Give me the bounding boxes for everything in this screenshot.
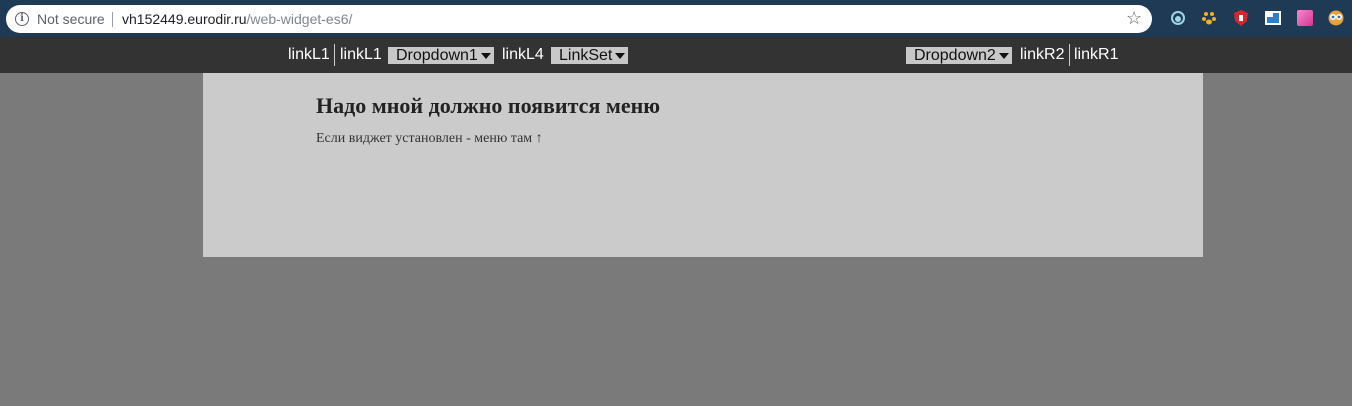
url-path: /web-widget-es6/ bbox=[246, 11, 353, 27]
dropdown1-label: Dropdown1 bbox=[396, 47, 478, 64]
bookmark-star-icon[interactable]: ☆ bbox=[1126, 8, 1142, 29]
nav-link-l1-second[interactable]: linkL1 bbox=[340, 46, 382, 64]
info-icon[interactable]: i bbox=[15, 12, 29, 26]
url-divider bbox=[112, 12, 113, 27]
nav-link-l4[interactable]: linkL4 bbox=[502, 46, 544, 64]
main-content: Надо мной должно появится меню Если видж… bbox=[203, 73, 1203, 257]
linkset-dropdown-button[interactable]: LinkSet bbox=[551, 47, 628, 64]
nav-divider bbox=[334, 44, 335, 66]
address-bar[interactable]: i Not secure vh152449.eurodir.ru/web-wid… bbox=[6, 5, 1152, 33]
site-navbar bbox=[0, 37, 1352, 73]
ext-paw-icon[interactable] bbox=[1201, 10, 1217, 26]
dropdown1-button[interactable]: Dropdown1 bbox=[388, 47, 494, 64]
nav-link-r2[interactable]: linkR2 bbox=[1020, 46, 1064, 64]
linkset-label: LinkSet bbox=[559, 47, 613, 64]
url-text[interactable]: vh152449.eurodir.ru/web-widget-es6/ bbox=[122, 11, 352, 27]
ext-window-icon[interactable] bbox=[1265, 10, 1281, 26]
nav-link-l1[interactable]: linkL1 bbox=[288, 46, 330, 64]
caret-down-icon bbox=[615, 53, 625, 59]
caret-down-icon bbox=[999, 53, 1009, 59]
nav-divider bbox=[1069, 44, 1070, 66]
nav-link-r1[interactable]: linkR1 bbox=[1074, 46, 1118, 64]
browser-toolbar: i Not secure vh152449.eurodir.ru/web-wid… bbox=[0, 0, 1352, 37]
ext-spiral-icon[interactable] bbox=[1170, 10, 1186, 26]
ext-owl-icon[interactable] bbox=[1328, 10, 1344, 26]
security-label[interactable]: Not secure bbox=[37, 11, 105, 27]
page-description: Если виджет установлен - меню там ↑ bbox=[316, 131, 543, 146]
dropdown2-label: Dropdown2 bbox=[914, 47, 996, 64]
dropdown2-button[interactable]: Dropdown2 bbox=[906, 47, 1012, 64]
caret-down-icon bbox=[481, 53, 491, 59]
url-host: vh152449.eurodir.ru bbox=[122, 11, 247, 27]
ext-gradient-icon[interactable] bbox=[1297, 10, 1313, 26]
page-title: Надо мной должно появится меню bbox=[316, 93, 661, 118]
ext-shield-icon[interactable] bbox=[1233, 10, 1249, 26]
